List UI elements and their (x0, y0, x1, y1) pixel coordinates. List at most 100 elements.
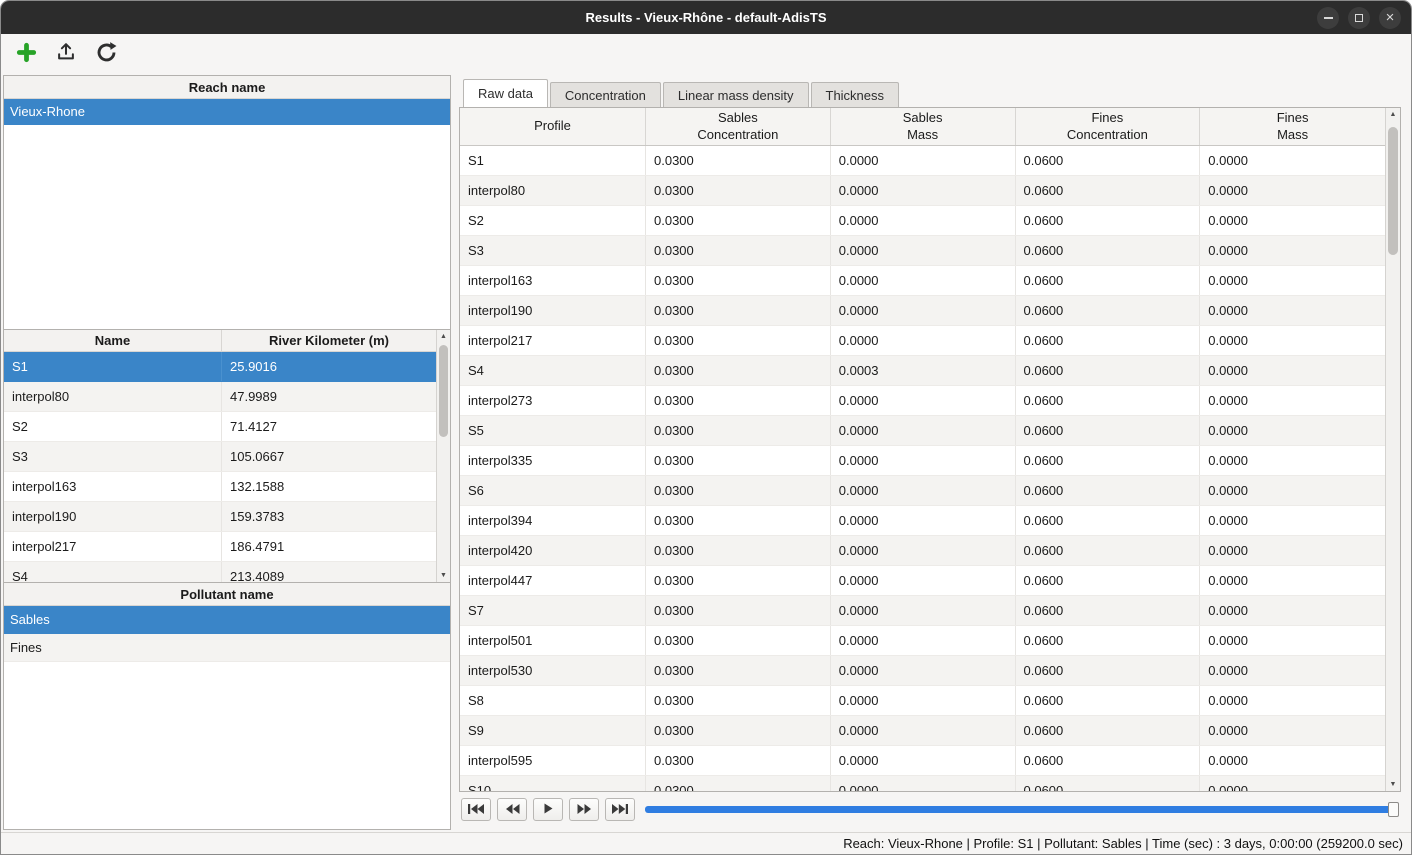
scroll-up-icon[interactable]: ▲ (437, 330, 450, 343)
table-row[interactable]: S60.03000.00000.06000.0000 (460, 476, 1385, 506)
close-button[interactable]: × (1379, 7, 1401, 29)
table-row[interactable]: S20.03000.00000.06000.0000 (460, 206, 1385, 236)
table-row[interactable]: S50.03000.00000.06000.0000 (460, 416, 1385, 446)
table-row[interactable]: S40.03000.00030.06000.0000 (460, 356, 1385, 386)
table-row[interactable]: Vieux-Rhone (4, 99, 450, 125)
table-cell: 0.0000 (831, 176, 1016, 205)
table-row[interactable]: S100.03000.00000.06000.0000 (460, 776, 1385, 792)
column-header-sables-mass[interactable]: Sables Mass (831, 108, 1016, 145)
scrollbar-track[interactable] (437, 343, 450, 569)
table-row[interactable]: S30.03000.00000.06000.0000 (460, 236, 1385, 266)
table-cell: 0.0000 (1200, 386, 1385, 415)
table-cell: S10 (460, 776, 646, 792)
table-row[interactable]: interpol5010.03000.00000.06000.0000 (460, 626, 1385, 656)
table-cell: 0.0300 (646, 686, 831, 715)
table-cell: 0.0600 (1016, 386, 1201, 415)
column-header-name[interactable]: Name (4, 330, 222, 351)
results-scrollbar[interactable]: ▲ ▼ (1385, 108, 1400, 791)
table-cell: interpol394 (460, 506, 646, 535)
table-row[interactable]: interpol1630.03000.00000.06000.0000 (460, 266, 1385, 296)
table-row[interactable]: S3105.0667 (4, 442, 436, 472)
reach-list[interactable]: Vieux-Rhone (4, 99, 450, 125)
table-cell: 0.0000 (1200, 686, 1385, 715)
scrollbar-thumb[interactable] (1388, 127, 1398, 255)
table-row[interactable]: interpol5300.03000.00000.06000.0000 (460, 656, 1385, 686)
status-bar: Reach: Vieux-Rhone | Profile: S1 | Pollu… (1, 832, 1411, 854)
table-row[interactable]: S125.9016 (4, 352, 436, 382)
table-row[interactable]: interpol800.03000.00000.06000.0000 (460, 176, 1385, 206)
table-cell: S1 (460, 146, 646, 175)
table-row[interactable]: S70.03000.00000.06000.0000 (460, 596, 1385, 626)
table-cell: 0.0000 (831, 746, 1016, 775)
profiles-scrollbar[interactable]: ▲ ▼ (436, 330, 450, 582)
table-row[interactable]: interpol2730.03000.00000.06000.0000 (460, 386, 1385, 416)
fast-forward-icon (577, 802, 592, 817)
table-cell: 0.0000 (1200, 146, 1385, 175)
table-row[interactable]: interpol163132.1588 (4, 472, 436, 502)
table-row[interactable]: interpol1900.03000.00000.06000.0000 (460, 296, 1385, 326)
scroll-down-icon[interactable]: ▼ (1386, 778, 1400, 791)
table-cell: 0.0000 (1200, 236, 1385, 265)
table-row[interactable]: Sables (4, 606, 450, 634)
table-cell: 0.0600 (1016, 266, 1201, 295)
add-button[interactable] (10, 38, 42, 70)
profiles-table-body[interactable]: S125.9016interpol8047.9989S271.4127S3105… (4, 352, 436, 583)
app-window: Results - Vieux-Rhône - default-AdisTS × (0, 0, 1412, 855)
previous-button[interactable] (497, 798, 527, 821)
tab-thickness[interactable]: Thickness (811, 82, 900, 107)
next-button[interactable] (569, 798, 599, 821)
refresh-button[interactable] (90, 38, 122, 70)
refresh-icon (95, 41, 118, 67)
toolbar (1, 34, 1411, 73)
table-cell: 0.0000 (831, 536, 1016, 565)
slider-handle[interactable] (1388, 802, 1399, 817)
tab-concentration[interactable]: Concentration (550, 82, 661, 107)
table-cell: 0.0600 (1016, 296, 1201, 325)
table-row[interactable]: S90.03000.00000.06000.0000 (460, 716, 1385, 746)
pollutant-list[interactable]: SablesFines (4, 606, 450, 662)
table-row[interactable]: S80.03000.00000.06000.0000 (460, 686, 1385, 716)
time-slider[interactable] (645, 798, 1399, 821)
table-row[interactable]: interpol4200.03000.00000.06000.0000 (460, 536, 1385, 566)
table-row[interactable]: interpol2170.03000.00000.06000.0000 (460, 326, 1385, 356)
table-row[interactable]: S10.03000.00000.06000.0000 (460, 146, 1385, 176)
left-panel: Reach name Vieux-Rhone Name River Kilome… (1, 73, 453, 832)
table-row[interactable]: interpol190159.3783 (4, 502, 436, 532)
table-row[interactable]: S4213.4089 (4, 562, 436, 583)
column-header-profile[interactable]: Profile (460, 108, 646, 145)
column-header-river-kilometer[interactable]: River Kilometer (m) (222, 330, 436, 351)
table-row[interactable]: interpol5950.03000.00000.06000.0000 (460, 746, 1385, 776)
table-cell: 0.0000 (831, 386, 1016, 415)
table-cell: 0.0300 (646, 776, 831, 792)
column-header-sables-concentration[interactable]: Sables Concentration (646, 108, 831, 145)
table-cell: S5 (460, 416, 646, 445)
table-row[interactable]: S271.4127 (4, 412, 436, 442)
table-cell: 213.4089 (222, 562, 436, 583)
export-button[interactable] (50, 38, 82, 70)
scroll-down-icon[interactable]: ▼ (437, 569, 450, 582)
column-header-fines-concentration[interactable]: Fines Concentration (1016, 108, 1201, 145)
table-cell: 0.0300 (646, 716, 831, 745)
table-cell: 0.0600 (1016, 326, 1201, 355)
table-cell: interpol163 (460, 266, 646, 295)
table-row[interactable]: interpol217186.4791 (4, 532, 436, 562)
maximize-button[interactable] (1348, 7, 1370, 29)
go-to-first-button[interactable] (461, 798, 491, 821)
table-row[interactable]: Fines (4, 634, 450, 662)
scrollbar-track[interactable] (1386, 121, 1400, 778)
scrollbar-thumb[interactable] (439, 345, 448, 437)
table-row[interactable]: interpol4470.03000.00000.06000.0000 (460, 566, 1385, 596)
go-to-last-button[interactable] (605, 798, 635, 821)
tab-raw-data[interactable]: Raw data (463, 79, 548, 107)
table-row[interactable]: interpol8047.9989 (4, 382, 436, 412)
table-cell: 0.0600 (1016, 536, 1201, 565)
table-row[interactable]: interpol3350.03000.00000.06000.0000 (460, 446, 1385, 476)
table-cell: interpol420 (460, 536, 646, 565)
minimize-button[interactable] (1317, 7, 1339, 29)
table-row[interactable]: interpol3940.03000.00000.06000.0000 (460, 506, 1385, 536)
column-header-fines-mass[interactable]: Fines Mass (1200, 108, 1385, 145)
scroll-up-icon[interactable]: ▲ (1386, 108, 1400, 121)
table-cell: interpol273 (460, 386, 646, 415)
play-button[interactable] (533, 798, 563, 821)
tab-linear-mass-density[interactable]: Linear mass density (663, 82, 809, 107)
